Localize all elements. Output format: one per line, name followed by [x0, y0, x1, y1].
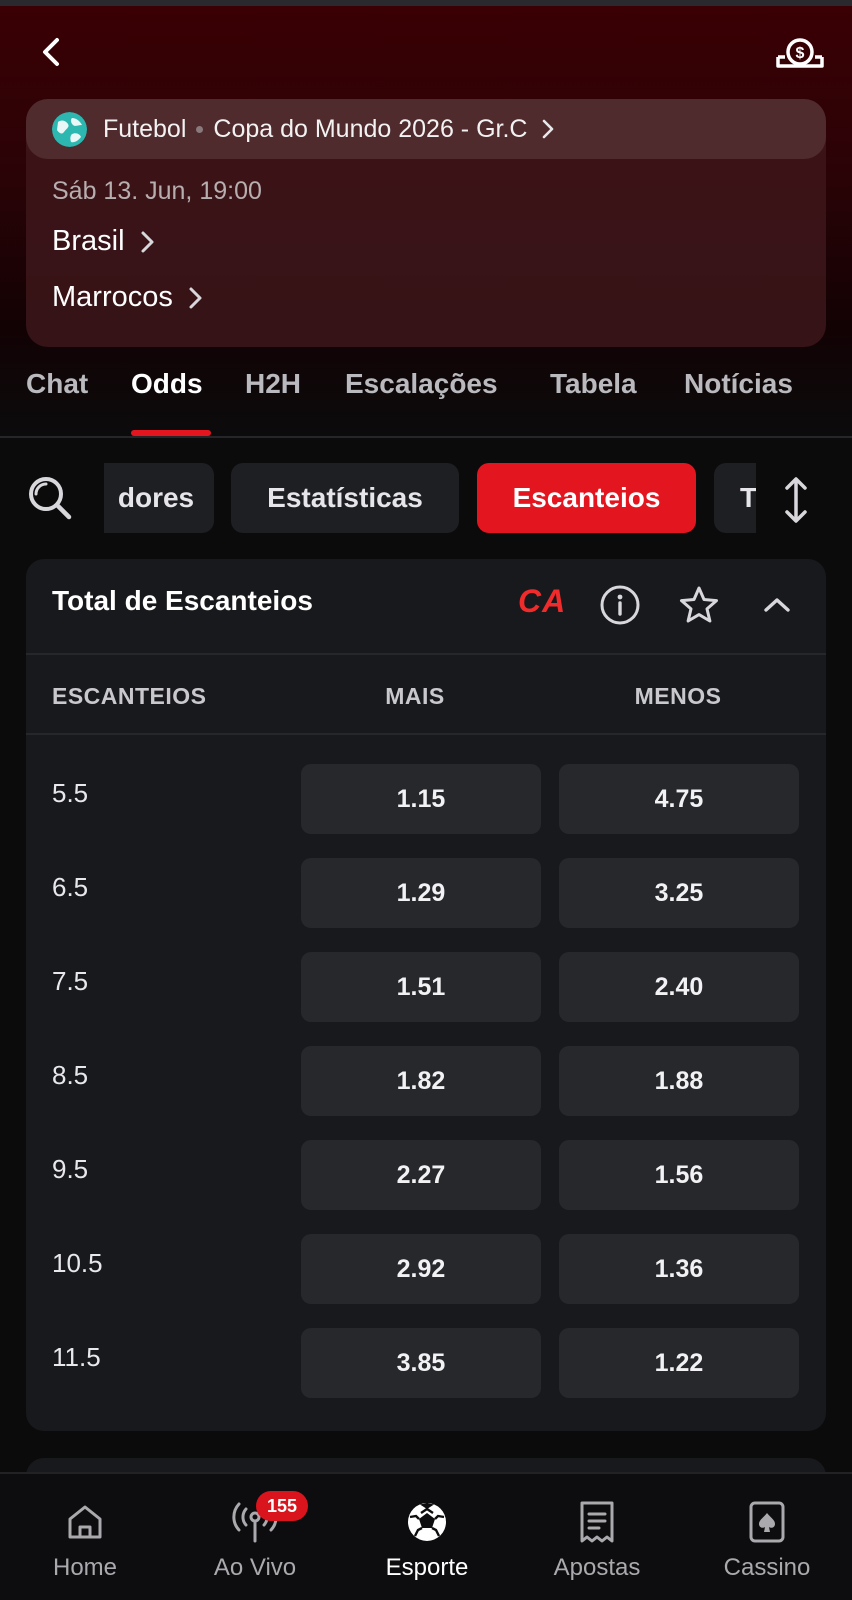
nav-sport[interactable]: Esporte: [372, 1474, 482, 1600]
table-row: 10.5 2.92 1.36: [26, 1234, 826, 1304]
market-card-total-corners: Total de Escanteios CA ESCANTEIOS MAIS M…: [26, 559, 826, 1431]
odd-under-button[interactable]: 3.25: [559, 858, 799, 928]
nav-casino-label: Cassino: [723, 1554, 811, 1581]
nav-bets-label: Apostas: [553, 1554, 641, 1581]
table-row: 6.5 1.29 3.25: [26, 858, 826, 928]
breadcrumb-competition: Copa do Mundo 2026 - Gr.C: [213, 114, 528, 143]
info-icon: [600, 585, 640, 625]
tab-news[interactable]: Notícias: [684, 368, 793, 400]
chip-scorers[interactable]: dores: [104, 463, 214, 533]
away-team-link[interactable]: Marrocos: [52, 281, 203, 314]
tab-chat[interactable]: Chat: [26, 368, 88, 400]
odd-over-button[interactable]: 1.29: [301, 858, 541, 928]
corner-line: 7.5: [52, 966, 89, 996]
nav-home-label: Home: [52, 1554, 118, 1581]
tabs-divider: [0, 436, 852, 438]
odd-over-button[interactable]: 1.82: [301, 1046, 541, 1116]
nav-bets[interactable]: Apostas: [542, 1474, 652, 1600]
competition-breadcrumb[interactable]: Futebol Copa do Mundo 2026 - Gr.C: [26, 99, 826, 159]
reorder-button[interactable]: [778, 475, 814, 525]
search-button[interactable]: [24, 472, 76, 524]
column-header-under: MENOS: [634, 683, 722, 709]
chevron-left-icon: [43, 38, 59, 66]
odd-over-button[interactable]: 1.51: [301, 952, 541, 1022]
odd-under-button[interactable]: 2.40: [559, 952, 799, 1022]
tab-odds[interactable]: Odds: [131, 368, 203, 400]
event-datetime: Sáb 13. Jun, 19:00: [52, 177, 262, 205]
breadcrumb-separator: [196, 125, 204, 133]
table-row: 7.5 1.51 2.40: [26, 952, 826, 1022]
nav-casino[interactable]: Cassino: [712, 1474, 822, 1600]
chip-corners[interactable]: Escanteios: [477, 463, 696, 533]
soccer-ball-icon: [406, 1500, 448, 1544]
odd-under-button[interactable]: 4.75: [559, 764, 799, 834]
card-spade-icon: [748, 1500, 786, 1544]
chip-statistics[interactable]: Estatísticas: [231, 463, 459, 533]
odd-under-button[interactable]: 1.36: [559, 1234, 799, 1304]
market-column-headers: ESCANTEIOS MAIS MENOS: [26, 655, 826, 735]
favorite-market-button[interactable]: [675, 581, 723, 629]
market-title: Total de Escanteios: [52, 585, 313, 616]
market-info-button[interactable]: [596, 581, 644, 629]
vertical-arrows-icon: [785, 477, 807, 523]
tab-table[interactable]: Tabela: [550, 368, 637, 400]
corner-line: 8.5: [52, 1060, 89, 1090]
live-count-badge: 155: [256, 1491, 308, 1521]
cash-out-icon: $: [776, 38, 824, 68]
breadcrumb-sport: Futebol: [103, 114, 187, 143]
event-card: Futebol Copa do Mundo 2026 - Gr.C Sáb 13…: [26, 99, 826, 347]
ca-badge: CA: [518, 583, 567, 619]
column-header-line: ESCANTEIOS: [52, 683, 207, 709]
odd-under-button[interactable]: 1.56: [559, 1140, 799, 1210]
tab-h2h[interactable]: H2H: [245, 368, 301, 400]
chevron-right-icon: [139, 230, 155, 254]
table-row: 5.5 1.15 4.75: [26, 764, 826, 834]
star-icon: [680, 586, 718, 623]
event-tabs: Chat Odds H2H Escalações Tabela Notícias: [0, 368, 852, 438]
svg-text:$: $: [796, 45, 805, 62]
odd-over-button[interactable]: 1.15: [301, 764, 541, 834]
globe-icon: [52, 111, 87, 147]
home-icon: [65, 1500, 105, 1544]
table-row: 11.5 3.85 1.22: [26, 1328, 826, 1398]
corner-line: 5.5: [52, 778, 89, 808]
search-icon: [29, 477, 72, 520]
bottom-navigation: Home Ao Vivo Esporte Apostas Cassino: [0, 1472, 852, 1600]
odd-over-button[interactable]: 2.27: [301, 1140, 541, 1210]
home-team-link[interactable]: Brasil: [52, 225, 155, 258]
odd-under-button[interactable]: 1.22: [559, 1328, 799, 1398]
odd-under-button[interactable]: 1.88: [559, 1046, 799, 1116]
nav-sport-label: Esporte: [385, 1554, 469, 1581]
cash-out-button[interactable]: $: [772, 32, 828, 72]
table-row: 8.5 1.82 1.88: [26, 1046, 826, 1116]
corner-line: 11.5: [52, 1342, 101, 1372]
chevron-right-icon: [541, 118, 555, 140]
bet-slip-icon: [577, 1500, 617, 1544]
chip-next[interactable]: T: [714, 463, 756, 533]
chevron-up-icon: [764, 598, 790, 612]
collapse-market-button[interactable]: [753, 581, 801, 629]
chevron-right-icon: [187, 286, 203, 310]
back-button[interactable]: [34, 34, 68, 70]
table-row: 9.5 2.27 1.56: [26, 1140, 826, 1210]
corner-line: 10.5: [52, 1248, 103, 1278]
home-team-name: Brasil: [52, 225, 125, 257]
corner-line: 9.5: [52, 1154, 89, 1184]
odd-over-button[interactable]: 2.92: [301, 1234, 541, 1304]
nav-live-label: Ao Vivo: [213, 1554, 297, 1581]
nav-home[interactable]: Home: [40, 1474, 130, 1600]
market-category-chips: dores Estatísticas Escanteios T: [104, 463, 756, 535]
tab-lineups[interactable]: Escalações: [345, 368, 498, 400]
away-team-name: Marrocos: [52, 281, 173, 313]
odd-over-button[interactable]: 3.85: [301, 1328, 541, 1398]
corner-line: 6.5: [52, 872, 89, 902]
market-header[interactable]: Total de Escanteios CA: [26, 559, 826, 655]
column-header-over: MAIS: [385, 683, 445, 709]
